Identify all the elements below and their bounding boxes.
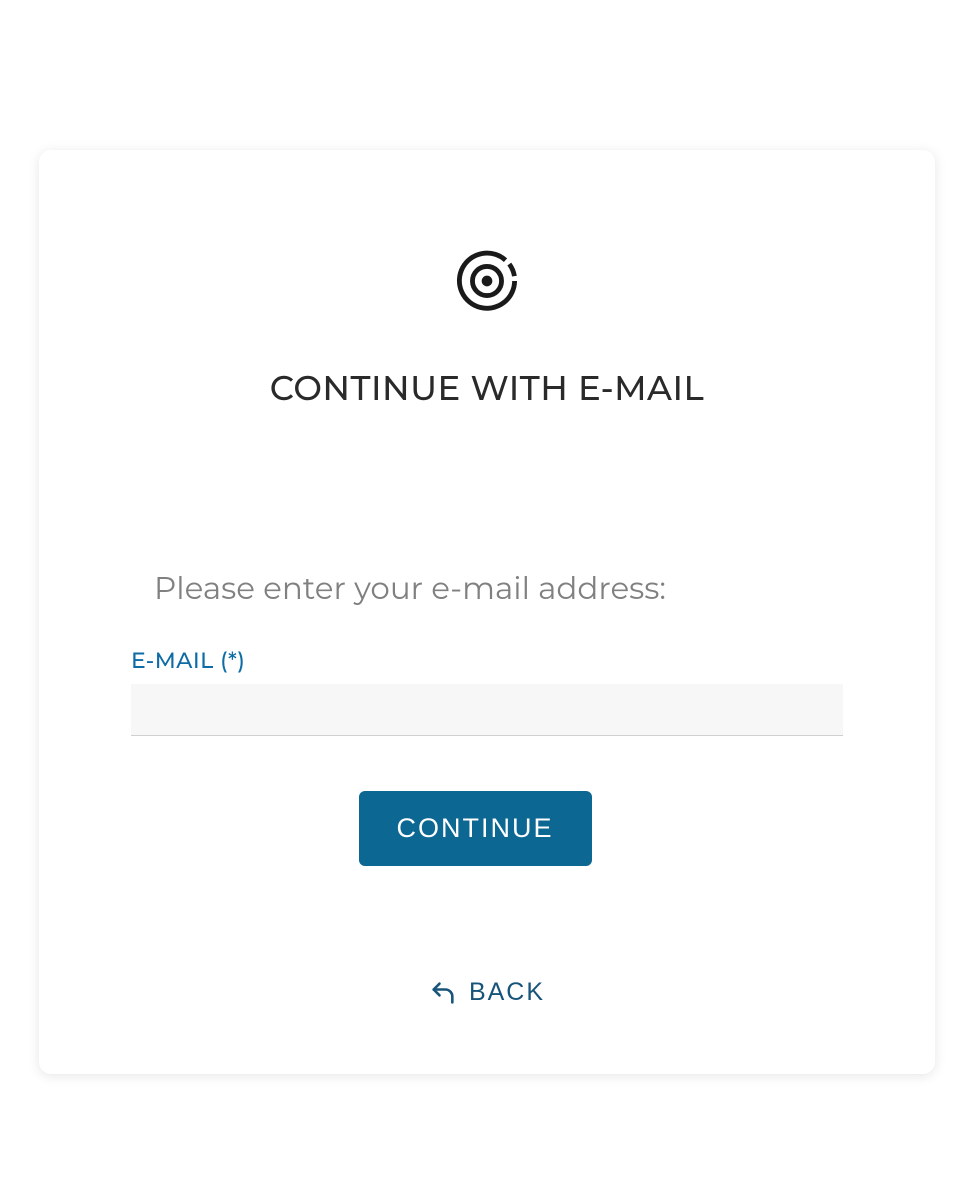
back-arrow-icon — [429, 979, 457, 1007]
page-title: CONTINUE WITH E-MAIL — [270, 367, 704, 409]
email-field-group: E-MAIL (*) — [131, 647, 843, 736]
target-logo-icon — [456, 250, 518, 312]
email-signin-card: CONTINUE WITH E-MAIL Please enter your e… — [39, 150, 935, 1074]
back-label: BACK — [469, 978, 545, 1007]
instruction-text: Please enter your e-mail address: — [154, 569, 666, 607]
email-input[interactable] — [131, 684, 843, 736]
logo — [456, 250, 518, 312]
back-button[interactable]: BACK — [429, 978, 545, 1007]
email-label: E-MAIL (*) — [131, 647, 843, 674]
continue-button[interactable]: CONTINUE — [359, 791, 592, 866]
